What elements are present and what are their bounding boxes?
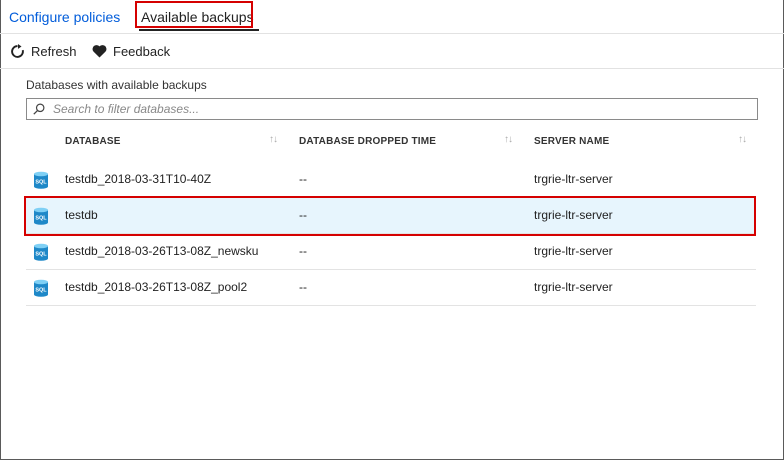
database-name: testdb_2018-03-26T13-08Z_newsku	[65, 244, 259, 258]
toolbar-divider	[0, 68, 784, 69]
sql-database-icon: SQL	[33, 171, 49, 189]
search-icon	[33, 103, 45, 115]
heart-icon	[92, 45, 107, 58]
active-tab-underline	[139, 29, 259, 31]
tab-bar: Configure policies Available backups	[0, 0, 784, 34]
refresh-label: Refresh	[31, 43, 77, 59]
sql-database-icon: SQL	[33, 243, 49, 261]
feedback-button[interactable]: Feedback	[92, 41, 170, 61]
sort-icon-dropped-time[interactable]: ↑↓	[504, 134, 513, 145]
table-row[interactable]: SQL testdb_2018-03-26T13-08Z_newsku -- t…	[26, 234, 756, 270]
table-row[interactable]: SQL testdb_2018-03-26T13-08Z_pool2 -- tr…	[26, 270, 756, 306]
svg-text:SQL: SQL	[35, 180, 47, 186]
refresh-button[interactable]: Refresh	[10, 41, 77, 61]
search-box[interactable]	[26, 98, 758, 120]
server-name: trgrie-ltr-server	[534, 172, 613, 186]
server-name: trgrie-ltr-server	[534, 244, 613, 258]
server-name: trgrie-ltr-server	[534, 280, 613, 294]
highlight-box-tab	[135, 1, 253, 28]
column-header-dropped-time[interactable]: DATABASE DROPPED TIME	[299, 136, 436, 147]
dropped-time: --	[299, 280, 307, 294]
svg-text:SQL: SQL	[35, 288, 47, 294]
feedback-label: Feedback	[113, 43, 171, 59]
sort-icon-database[interactable]: ↑↓	[269, 134, 278, 145]
section-label: Databases with available backups	[26, 78, 207, 92]
highlight-box-row	[24, 196, 756, 236]
table-row[interactable]: SQL testdb_2018-03-31T10-40Z -- trgrie-l…	[26, 162, 756, 198]
database-name: testdb_2018-03-31T10-40Z	[65, 172, 212, 186]
svg-text:SQL: SQL	[35, 252, 47, 258]
column-header-server-name[interactable]: SERVER NAME	[534, 136, 609, 147]
toolbar: Refresh Feedback	[0, 34, 784, 68]
sql-database-icon: SQL	[33, 279, 49, 297]
column-header-database[interactable]: DATABASE	[65, 136, 121, 147]
refresh-icon	[11, 43, 24, 58]
search-input[interactable]	[51, 101, 757, 117]
database-name: testdb_2018-03-26T13-08Z_pool2	[65, 280, 248, 294]
dropped-time: --	[299, 172, 307, 186]
sort-icon-server-name[interactable]: ↑↓	[738, 134, 747, 145]
tab-configure-policies[interactable]: Configure policies	[9, 0, 120, 32]
dropped-time: --	[299, 244, 307, 258]
